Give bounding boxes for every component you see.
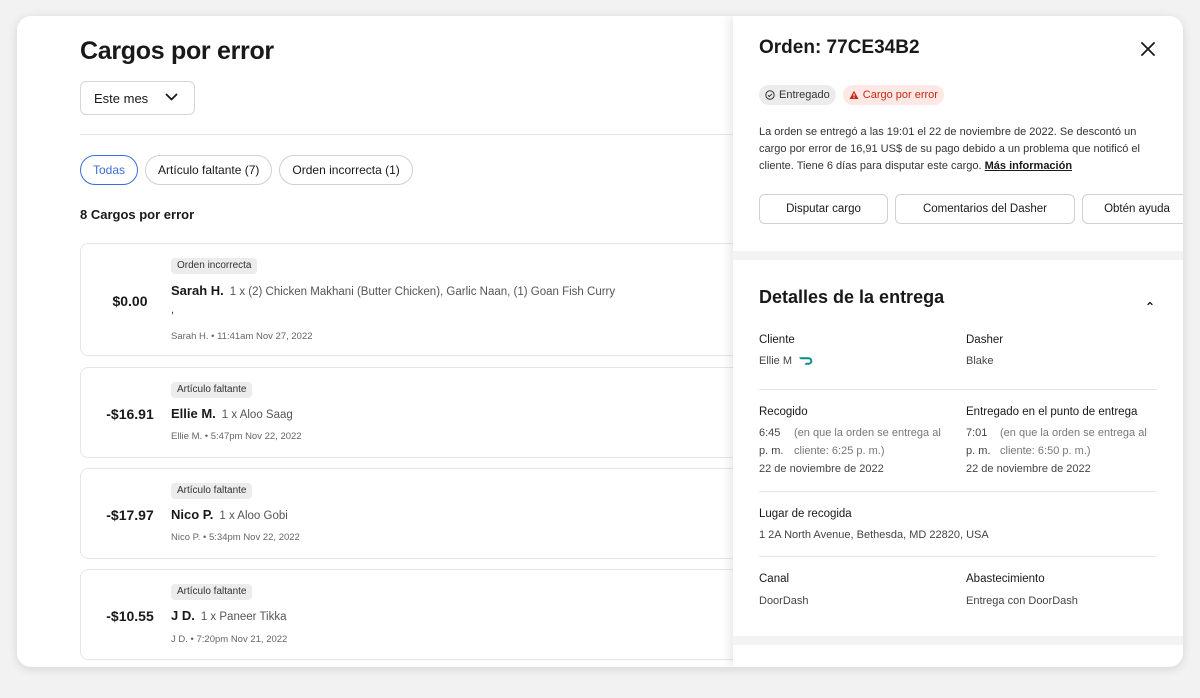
dispute-charge-button[interactable]: Disputar cargo [759, 194, 888, 224]
divider [759, 556, 1157, 557]
status-badge-label: Entregado [779, 89, 830, 101]
customer-line: Ellie M. 1 x Aloo Saag [171, 406, 293, 421]
order-status-badges: Entregado Cargo por error [759, 85, 944, 105]
month-select[interactable]: Este mes [80, 81, 195, 115]
dropoff-note-line: (en que la orden se entrega al [1000, 427, 1147, 439]
order-items-extra: , [171, 304, 175, 316]
charge-amount: -$10.55 [106, 608, 154, 624]
charge-type-tag: Artículo faltante [171, 584, 253, 600]
chevron-down-icon [165, 93, 178, 101]
warning-icon [849, 90, 859, 99]
dropoff-note-line: cliente: 6:50 p. m.) [1000, 445, 1091, 457]
order-items: 1 x Aloo Gobi [219, 510, 288, 522]
divider [759, 491, 1157, 492]
pickup-place-label: Lugar de recogida [759, 508, 852, 520]
pickup-note: (en que la orden se entrega al cliente: … [794, 424, 941, 460]
check-circle-icon [765, 90, 775, 100]
charge-meta: J D. • 7:20pm Nov 21, 2022 [171, 634, 288, 645]
dropoff-note: (en que la orden se entrega al cliente: … [1000, 424, 1147, 460]
divider [759, 389, 1157, 390]
status-badge-error-charge: Cargo por error [842, 85, 944, 105]
pickup-time: 6:45 p. m. [759, 424, 793, 460]
close-icon[interactable] [1139, 40, 1157, 58]
fulfillment-value: Entrega con DoorDash [966, 595, 1078, 607]
charge-card[interactable]: $0.00 Orden incorrecta Sarah H. 1 x (2) C… [80, 243, 780, 356]
pickup-time-ampm: p. m. [759, 445, 784, 457]
charge-meta: Nico P. • 5:34pm Nov 22, 2022 [171, 532, 300, 543]
order-items: 1 x Aloo Saag [221, 409, 293, 421]
customer-label: Cliente [759, 334, 795, 346]
charge-type-tag: Artículo faltante [171, 382, 253, 398]
charge-amount: $0.00 [112, 293, 148, 309]
section-separator [733, 251, 1183, 260]
charge-card[interactable]: -$16.91 Artículo faltante Ellie M. 1 x Al… [80, 367, 780, 458]
doordash-logo-icon [799, 357, 813, 365]
order-items: 1 x Paneer Tikka [200, 611, 287, 623]
customer-name: J D. [171, 608, 195, 623]
charge-card[interactable]: -$17.97 Artículo faltante Nico P. 1 x Alo… [80, 468, 780, 559]
pickup-note-line: cliente: 6:25 p. m.) [794, 445, 885, 457]
dropoff-label: Entregado en el punto de entrega [966, 406, 1138, 418]
order-description: La orden se entregó a las 19:01 el 22 de… [759, 124, 1163, 175]
charge-meta: Sarah H. • 11:41am Nov 27, 2022 [171, 331, 313, 342]
charge-meta: Ellie M. • 5:47pm Nov 22, 2022 [171, 431, 302, 442]
dropoff-time-ampm: p. m. [966, 445, 991, 457]
charge-type-tag: Orden incorrecta [171, 258, 258, 274]
order-detail-panel: Orden: 77CE34B2 Entregado Cargo por erro… [733, 16, 1183, 667]
fulfillment-label: Abastecimiento [966, 573, 1045, 585]
customer-name: Sarah H. [171, 283, 224, 298]
pickup-label: Recogido [759, 406, 808, 418]
status-badge-label: Cargo por error [862, 89, 938, 101]
filter-chip-all[interactable]: Todas [80, 155, 139, 185]
dasher-value: Blake [966, 355, 994, 367]
dropoff-date: 22 de noviembre de 2022 [966, 463, 1091, 475]
error-charges-list-area: Cargos por error Este mes Todas Artículo… [17, 16, 780, 667]
charge-type-tag: Artículo faltante [171, 483, 253, 499]
pickup-time-hour: 6:45 [759, 427, 781, 439]
channel-label: Canal [759, 573, 790, 585]
charge-amount: -$17.97 [106, 507, 154, 523]
dasher-label: Dasher [966, 334, 1004, 346]
filter-chip-missing-item[interactable]: Artículo faltante (7) [145, 155, 273, 185]
divider [80, 134, 733, 135]
charges-count: 8 Cargos por error [80, 207, 195, 222]
customer-name: Ellie M [759, 355, 793, 367]
customer-name: Ellie M. [171, 406, 216, 421]
pickup-place-value: 1 2A North Avenue, Bethesda, MD 22820, U… [759, 529, 989, 541]
charge-amount: -$16.91 [106, 406, 154, 422]
customer-line: Sarah H. 1 x (2) Chicken Makhani (Butter … [171, 283, 615, 298]
order-items: 1 x (2) Chicken Makhani (Butter Chicken)… [229, 286, 616, 298]
customer-line: J D. 1 x Paneer Tikka [171, 608, 287, 623]
dropoff-time: 7:01 p. m. [966, 424, 1000, 460]
description-text: La orden se entregó a las 19:01 el 22 de… [759, 126, 1140, 172]
action-buttons: Disputar cargo Comentarios del Dasher Ob… [759, 194, 1183, 224]
order-title: Orden: 77CE34B2 [759, 37, 920, 58]
customer-name: Nico P. [171, 507, 214, 522]
pickup-note-line: (en que la orden se entrega al [794, 427, 941, 439]
pickup-date: 22 de noviembre de 2022 [759, 463, 884, 475]
chevron-up-icon[interactable] [1144, 297, 1156, 309]
section-title: Detalles de la entrega [759, 287, 945, 307]
month-select-value: Este mes [94, 90, 149, 106]
app-window: Cargos por error Este mes Todas Artículo… [17, 16, 1183, 667]
channel-value: DoorDash [759, 595, 809, 607]
filter-chips: Todas Artículo faltante (7) Orden incorr… [80, 155, 413, 185]
dasher-feedback-button[interactable]: Comentarios del Dasher [895, 194, 1075, 224]
charge-card[interactable]: -$10.55 Artículo faltante J D. 1 x Paneer… [80, 569, 780, 660]
dropoff-time-hour: 7:01 [966, 427, 988, 439]
more-info-link[interactable]: Más información [985, 160, 1072, 172]
status-badge-delivered: Entregado [759, 85, 836, 105]
customer-value: Ellie M [759, 352, 815, 370]
section-separator [733, 636, 1183, 645]
page-title: Cargos por error [80, 37, 274, 65]
filter-chip-wrong-order[interactable]: Orden incorrecta (1) [279, 155, 413, 185]
customer-line: Nico P. 1 x Aloo Gobi [171, 507, 288, 522]
get-help-button[interactable]: Obtén ayuda [1082, 194, 1183, 224]
